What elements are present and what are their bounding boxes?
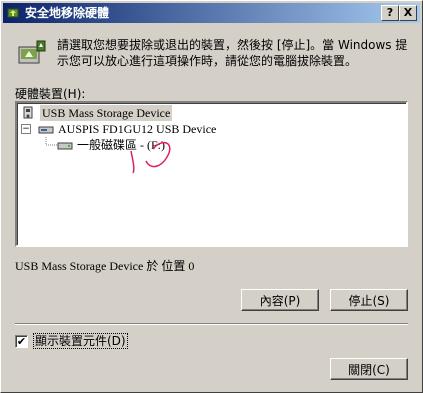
device-tree[interactable]: USB Mass Storage Device − AUSPIS FD1GU12…: [15, 101, 408, 247]
hardware-devices-label: 硬體裝置(H):: [15, 87, 86, 101]
properties-button[interactable]: 內容(P): [241, 289, 319, 311]
help-button[interactable]: ?: [381, 5, 399, 21]
tree-item-label: AUSPIS FD1GU12 USB Device: [58, 122, 217, 136]
safely-remove-hardware-icon: [7, 8, 19, 18]
show-components-checkbox[interactable]: ✔: [15, 335, 28, 348]
usb-device-icon: [23, 106, 33, 119]
drive-icon: [38, 126, 54, 134]
instructions-text: 請選取您想要拔除或退出的裝置，然後按 [停止]。當 Windows 提示您可以放…: [57, 38, 408, 68]
window-title: 安全地移除硬體: [25, 6, 110, 20]
show-components-label[interactable]: 顯示裝置元件(D): [33, 333, 128, 349]
volume-icon: [57, 142, 73, 150]
close-button[interactable]: 關閉(C): [330, 358, 408, 380]
close-window-button[interactable]: X: [399, 5, 417, 21]
tree-item-label: 一般磁碟區 - (F:): [77, 138, 165, 152]
tree-item-label: USB Mass Storage Device: [40, 105, 173, 121]
selected-device-status: USB Mass Storage Device 於 位置 0: [15, 259, 195, 273]
safely-remove-hardware-dialog: 安全地移除硬體 ? X 請選取您想要拔除或退出的裝置，然後按 [停止]。當 Wi…: [0, 0, 423, 393]
collapse-toggle[interactable]: −: [21, 124, 31, 134]
title-bar[interactable]: 安全地移除硬體 ? X: [3, 3, 420, 23]
stop-button[interactable]: 停止(S): [330, 289, 408, 311]
hardware-eject-icon: [18, 40, 46, 64]
separator: [15, 323, 408, 325]
